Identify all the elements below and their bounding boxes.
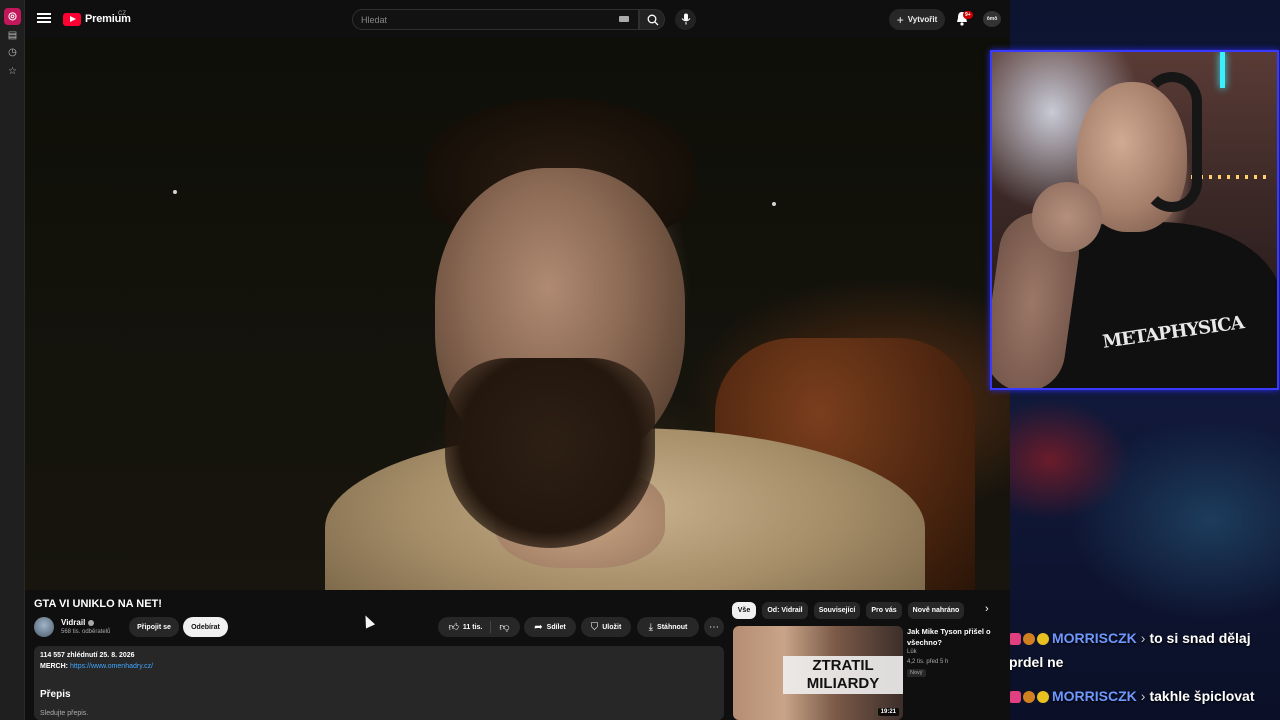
download-icon: ⤓ xyxy=(648,621,654,633)
chat-separator: › xyxy=(1140,630,1146,646)
channel-name[interactable]: Vidrail xyxy=(61,618,95,627)
save-label: Uložit xyxy=(602,623,622,631)
bits-badge-icon xyxy=(1023,633,1035,646)
more-icon: ⋯ xyxy=(709,621,719,633)
recommended-channel[interactable]: Lük xyxy=(907,649,917,655)
chat-message: MORRISCZK › takhle špiclovat xyxy=(1000,684,1275,708)
video-duration: 19:21 xyxy=(877,708,899,716)
keyboard-icon[interactable] xyxy=(619,16,629,22)
recommended-thumbnail[interactable]: ZTRATIL MILIARDY 19:21 xyxy=(733,626,903,720)
webcam-overlay: METAPHYSICA xyxy=(990,50,1279,390)
divider xyxy=(490,621,492,633)
search-box[interactable] xyxy=(352,9,639,30)
save-button[interactable]: ⛉ Uložit xyxy=(581,617,631,637)
video-light-dot xyxy=(772,202,776,206)
chevron-right-icon[interactable]: › xyxy=(985,603,989,615)
chip-all[interactable]: Vše xyxy=(732,602,756,619)
stream-chat: MORRISCZK › to si snad dělaj prdel ne MORR… xyxy=(1000,626,1275,718)
create-label: Vytvořit xyxy=(907,15,938,24)
app-logo-icon[interactable]: ◎ xyxy=(4,8,21,25)
channel-name-text: Vidrail xyxy=(61,618,86,627)
region-code: CZ xyxy=(118,11,126,17)
subscribe-label: Odebírat xyxy=(191,623,220,631)
channel-avatar[interactable] xyxy=(34,617,54,637)
search-button[interactable] xyxy=(639,9,665,30)
chip-from-channel[interactable]: Od: Vidrail xyxy=(762,602,808,619)
video-details: GTA VI UNIKLO NA NET! Vidrail 568 tis. o… xyxy=(25,590,1010,720)
page-icon[interactable]: ▤ xyxy=(7,30,18,41)
menu-icon[interactable] xyxy=(37,11,51,25)
chat-username: MORRISCZK xyxy=(1052,688,1137,704)
subscriber-count: 568 tis. odběratelů xyxy=(61,629,111,635)
neon-light-shape xyxy=(1220,52,1225,88)
share-button[interactable]: ➦ Sdílet xyxy=(524,617,576,637)
plus-icon: + xyxy=(896,12,904,27)
transcript-subtitle: Sledujte přepis. xyxy=(40,710,89,717)
recommended-meta: 4,2 tis. před 5 h xyxy=(907,659,949,665)
chat-badges xyxy=(1009,691,1049,704)
bits-badge-icon xyxy=(1023,691,1035,704)
sub-badge-icon xyxy=(1009,691,1021,704)
star-icon[interactable]: ☆ xyxy=(7,66,18,77)
chat-badges xyxy=(1009,633,1049,646)
chat-separator: › xyxy=(1140,688,1146,704)
download-label: Stáhnout xyxy=(657,623,688,631)
video-player[interactable] xyxy=(25,38,1010,590)
voice-search-button[interactable] xyxy=(675,9,696,30)
chat-message: MORRISCZK › to si snad dělaj prdel ne xyxy=(1000,626,1275,674)
download-button[interactable]: ⤓ Stáhnout xyxy=(637,617,699,637)
merch-line: MERCH: https://www.omenhadry.cz/ xyxy=(40,663,153,670)
thumbnail-text: ZTRATIL MILIARDY xyxy=(783,656,903,694)
description-box[interactable]: 114 557 zhlédnutí 25. 8. 2026 MERCH: htt… xyxy=(34,646,724,720)
rank-badge-icon xyxy=(1037,633,1049,646)
chat-username: MORRISCZK xyxy=(1052,630,1137,646)
history-icon[interactable]: ◷ xyxy=(7,47,18,58)
share-icon: ➦ xyxy=(534,621,543,633)
search-icon xyxy=(647,14,659,26)
join-label: Připojit se xyxy=(137,623,171,631)
browser-side-rail: ◎ ▤ ◷ ☆ xyxy=(0,0,25,720)
bookmark-icon: ⛉ xyxy=(590,621,599,633)
mic-icon xyxy=(681,13,691,25)
rank-badge-icon xyxy=(1037,691,1049,704)
chip-for-you[interactable]: Pro vás xyxy=(866,602,902,619)
youtube-top-bar: Premium CZ + Vytvořit 9+ xyxy=(25,0,1010,38)
view-date-meta: 114 557 zhlédnutí 25. 8. 2026 xyxy=(40,652,135,659)
video-light-dot xyxy=(173,190,177,194)
streamer-hand-shape xyxy=(1032,182,1102,252)
more-actions-button[interactable]: ⋯ xyxy=(704,617,724,637)
notification-badge: 9+ xyxy=(963,11,973,19)
thumb-up-icon[interactable]: 👍︎ xyxy=(448,621,458,633)
create-button[interactable]: + Vytvořit xyxy=(889,9,945,30)
share-label: Sdílet xyxy=(546,623,566,631)
transcript-heading: Přepis xyxy=(40,689,71,700)
sub-badge-icon xyxy=(1009,633,1021,646)
chat-text: takhle špiclovat xyxy=(1149,688,1255,704)
search-input[interactable] xyxy=(353,10,638,30)
recommended-title[interactable]: Jak Mike Tyson přišel o všechno? xyxy=(907,626,1007,648)
account-avatar[interactable]: ômō xyxy=(983,11,1001,27)
verified-icon xyxy=(88,619,95,626)
video-title: GTA VI UNIKLO NA NET! xyxy=(34,598,162,610)
merch-link[interactable]: https://www.omenhadry.cz/ xyxy=(70,663,153,670)
new-badge: Nový xyxy=(907,669,926,677)
video-beard-shape xyxy=(445,358,655,548)
chip-recently-uploaded[interactable]: Nově nahráno xyxy=(908,602,964,619)
chip-related[interactable]: Související xyxy=(814,602,860,619)
headphones-shape xyxy=(1142,72,1202,212)
join-button[interactable]: Připojit se xyxy=(129,617,179,637)
subscribe-button[interactable]: Odebírat xyxy=(183,617,228,637)
like-dislike-group: 👍︎ 11 tis. 👎︎ xyxy=(438,617,520,637)
merch-label: MERCH: xyxy=(40,663,68,670)
thumb-down-icon[interactable]: 👎︎ xyxy=(499,621,509,633)
youtube-play-icon xyxy=(63,12,81,26)
like-count[interactable]: 11 tis. xyxy=(463,624,482,631)
